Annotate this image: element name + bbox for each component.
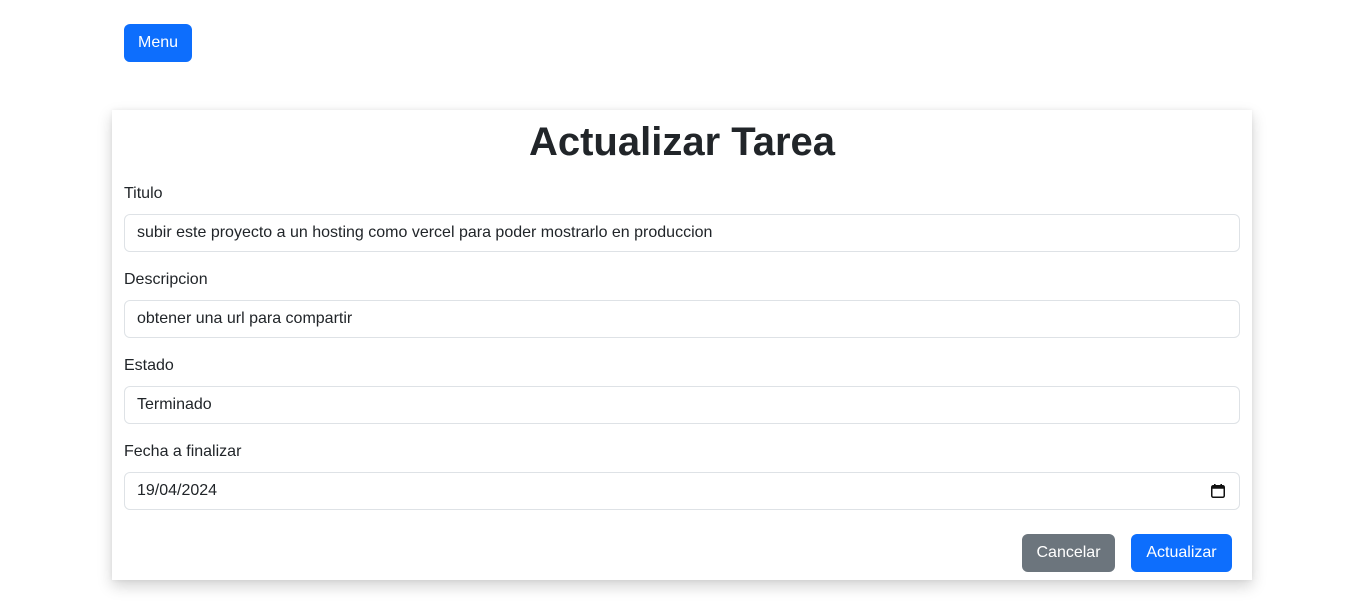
update-task-card: Actualizar Tarea Titulo Descripcion Esta… xyxy=(112,110,1252,580)
descripcion-input[interactable] xyxy=(124,300,1240,338)
update-button[interactable]: Actualizar xyxy=(1131,534,1232,572)
fecha-date-input[interactable]: 19/04/2024 xyxy=(124,472,1240,510)
page-title: Actualizar Tarea xyxy=(528,120,836,164)
descripcion-label: Descripcion xyxy=(124,271,208,288)
estado-input[interactable] xyxy=(124,386,1240,424)
menu-button[interactable]: Menu xyxy=(124,24,192,62)
fecha-value: 19/04/2024 xyxy=(137,482,218,499)
cancel-button[interactable]: Cancelar xyxy=(1022,534,1115,572)
titulo-input[interactable] xyxy=(124,214,1240,252)
calendar-icon[interactable] xyxy=(1211,484,1225,498)
titulo-label: Titulo xyxy=(124,185,163,202)
estado-label: Estado xyxy=(124,357,174,374)
fecha-label: Fecha a finalizar xyxy=(124,443,242,460)
